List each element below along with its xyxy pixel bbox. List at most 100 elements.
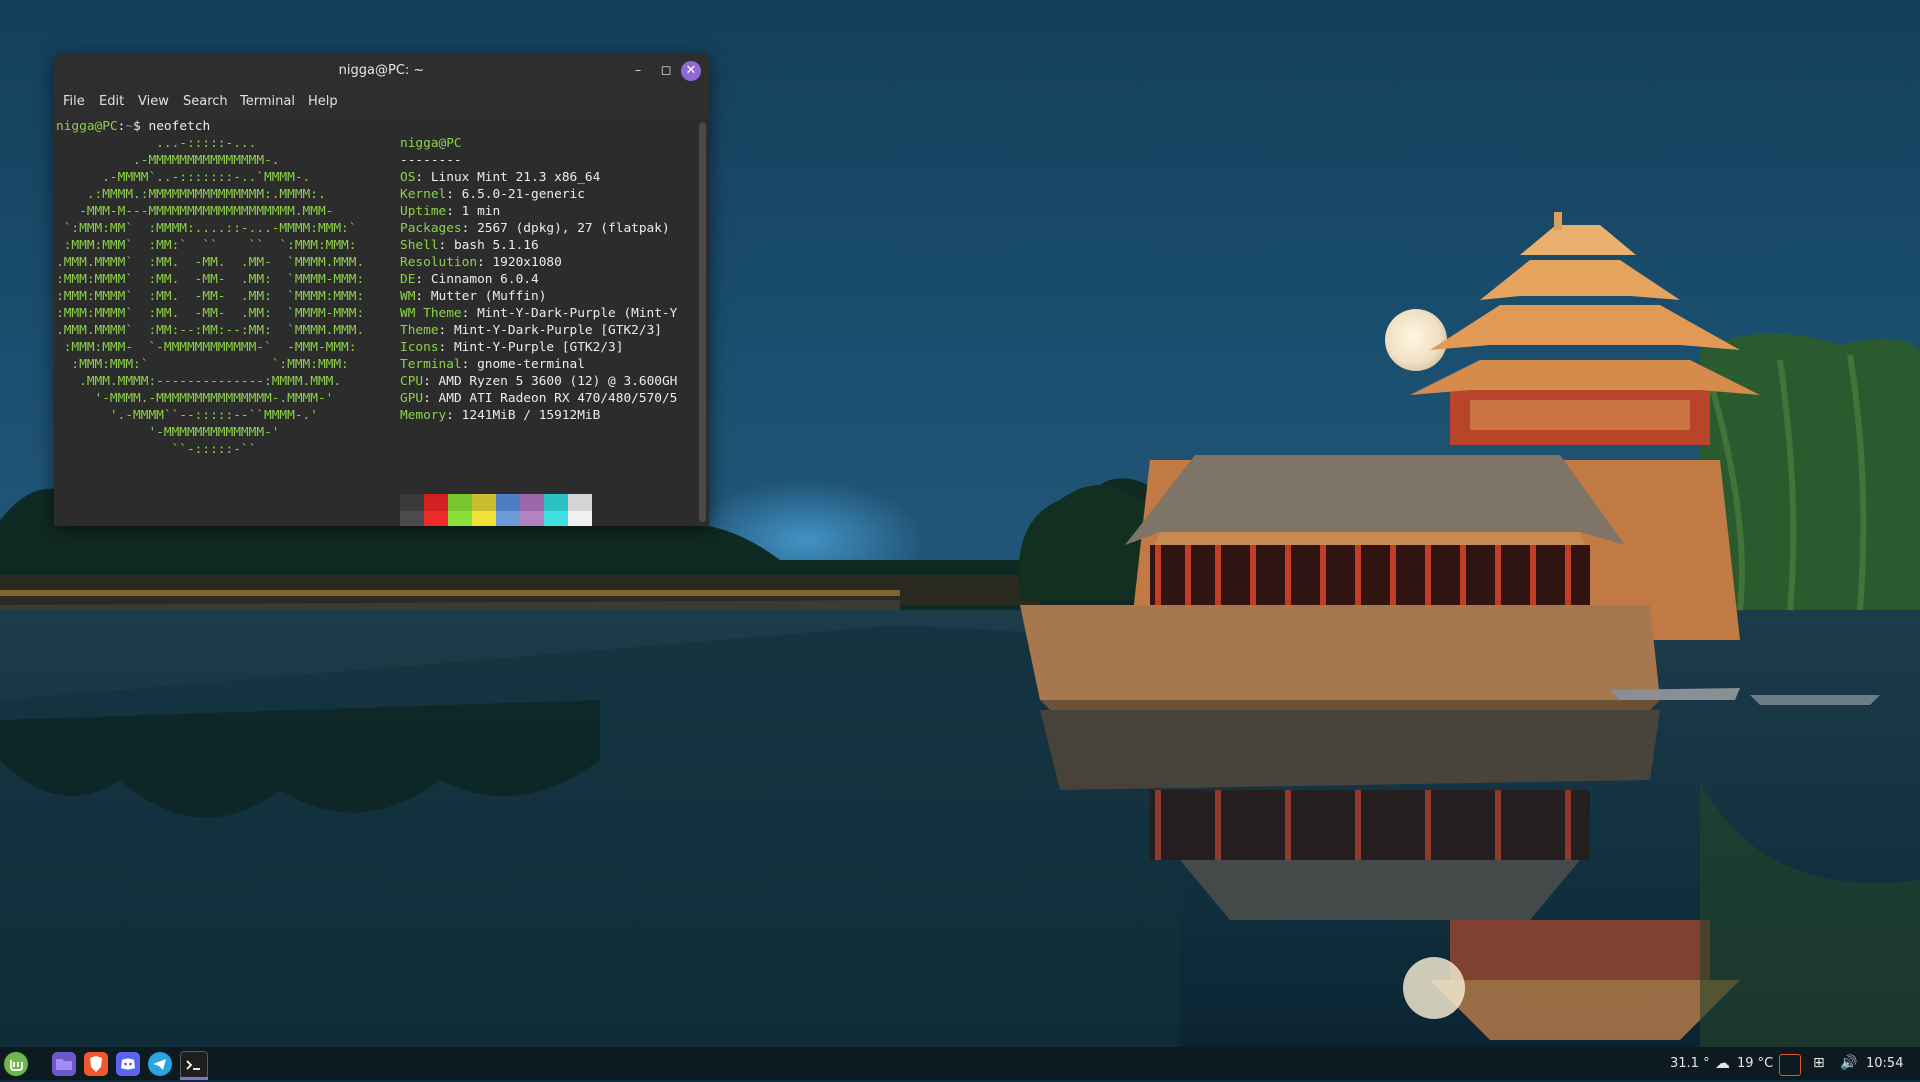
window-titlebar[interactable]: nigga@PC: ~ – ◻ ✕ — [54, 54, 709, 88]
info-row: Theme: Mint-Y-Dark-Purple [GTK2/3] — [400, 323, 662, 338]
info-row: Packages: 2567 (dpkg), 27 (flatpak) — [400, 221, 670, 236]
info-row: Kernel: 6.5.0-21-generic — [400, 187, 585, 202]
ascii-logo-line: `:MMM:MM` :MMMM:....::-...-MMMM:MMM:` — [56, 221, 357, 236]
palette-swatch — [496, 511, 520, 526]
ascii-logo-line: .MMM.MMMM` :MM:--:MM:--:MM: `MMMM.MMM. — [56, 323, 365, 338]
info-row: Shell: bash 5.1.16 — [400, 238, 539, 253]
info-row: GPU: AMD ATI Radeon RX 470/480/570/5 — [400, 391, 678, 406]
network-icon[interactable]: ⊞ — [1813, 1047, 1825, 1080]
terminal-output[interactable]: nigga@PC:~$ neofetch ...-:::::-... .-MMM… — [54, 116, 709, 526]
info-value: Cinnamon 6.0.4 — [430, 272, 539, 287]
brave-icon[interactable] — [84, 1052, 108, 1076]
prompt-path: ~ — [125, 119, 134, 134]
info-key: CPU — [400, 374, 424, 389]
terminal-icon[interactable] — [180, 1051, 208, 1079]
info-value: Mint-Y-Dark-Purple [GTK2/3] — [453, 323, 662, 338]
info-value: Linux Mint 21.3 x86_64 — [430, 170, 601, 185]
info-key: WM Theme — [400, 306, 462, 321]
info-row: Uptime: 1 min — [400, 204, 501, 219]
mint-menu-icon[interactable] — [4, 1052, 28, 1076]
maximize-button[interactable]: ◻ — [657, 62, 675, 80]
ascii-logo-line: .MMM.MMMM` :MM. -MM. .MM- `MMMM.MMM. — [56, 255, 365, 270]
info-value: 6.5.0-21-generic — [461, 187, 585, 202]
minimize-button[interactable]: – — [629, 62, 647, 80]
info-key: Terminal — [400, 357, 462, 372]
volume-icon[interactable]: 🔊 — [1840, 1047, 1857, 1080]
palette-swatch — [544, 494, 568, 511]
info-value: 1920x1080 — [492, 255, 562, 270]
palette-swatch — [472, 494, 496, 511]
prompt-line: nigga@PC:~$ neofetch — [56, 118, 210, 135]
scrollbar[interactable] — [699, 122, 706, 522]
palette-swatch — [568, 511, 592, 526]
info-row: WM Theme: Mint-Y-Dark-Purple (Mint-Y — [400, 306, 678, 321]
info-value: Mint-Y-Dark-Purple (Mint-Y — [477, 306, 678, 321]
typed-command: neofetch — [148, 119, 211, 134]
weather-icon[interactable]: ☁ — [1715, 1047, 1730, 1080]
ascii-logo-line: ...-:::::-... — [56, 136, 257, 151]
info-value: gnome-terminal — [477, 357, 585, 372]
close-icon: ✕ — [685, 63, 697, 78]
menu-edit[interactable]: Edit — [99, 88, 124, 116]
menu-help[interactable]: Help — [308, 88, 338, 116]
info-key: WM — [400, 289, 416, 304]
files-icon[interactable] — [52, 1052, 76, 1076]
info-key: Uptime — [400, 204, 447, 219]
info-key: Kernel — [400, 187, 447, 202]
ascii-logo-line: '-MMMM.-MMMMMMMMMMMMMMM-.MMMM-' — [56, 391, 334, 406]
info-key: GPU — [400, 391, 424, 406]
ascii-logo-line: .:MMMM.:MMMMMMMMMMMMMMM:.MMMM:. — [56, 187, 326, 202]
ascii-logo-line: '-MMMMMMMMMMMMM-' — [56, 425, 280, 440]
ascii-logo-line: :MMM:MMM:` `:MMM:MMM: — [56, 357, 349, 372]
ascii-logo-line: .MMM.MMMM:--------------:MMMM.MMM. — [56, 374, 342, 389]
discord-icon[interactable] — [116, 1052, 140, 1076]
info-value: 1241MiB / 15912MiB — [461, 408, 601, 423]
menu-search[interactable]: Search — [183, 88, 228, 116]
ascii-logo-line: .-MMMMMMMMMMMMMMM-. — [56, 153, 280, 168]
ascii-logo-line: .-MMMM`..-:::::::-..`MMMM-. — [56, 170, 311, 185]
keyboard-layout-icon[interactable] — [1779, 1054, 1801, 1076]
info-row: WM: Mutter (Muffin) — [400, 289, 547, 304]
ascii-logo-line: :MMM:MMM- `-MMMMMMMMMMMM-` -MMM-MMM: — [56, 340, 357, 355]
clock[interactable]: 10:54 — [1866, 1047, 1903, 1080]
info-key: DE — [400, 272, 416, 287]
info-row: Memory: 1241MiB / 15912MiB — [400, 408, 601, 423]
close-button[interactable]: ✕ — [681, 61, 701, 81]
info-value: 2567 (dpkg), 27 (flatpak) — [477, 221, 670, 236]
weather-temperature[interactable]: 19 °C — [1737, 1047, 1773, 1080]
info-row: Terminal: gnome-terminal — [400, 357, 585, 372]
palette-swatch — [448, 494, 472, 511]
maximize-icon: ◻ — [660, 63, 672, 78]
minimize-icon: – — [634, 63, 642, 78]
info-key: Packages — [400, 221, 462, 236]
palette-swatch — [448, 511, 472, 526]
ascii-logo-line: :MMM:MMMM` :MM. -MM- .MM: `MMMM:MMM: — [56, 289, 365, 304]
taskbar: 31.1 ° ☁ 19 °C ⊞ 🔊 10:54 — [0, 1047, 1920, 1080]
menu-file[interactable]: File — [63, 88, 85, 116]
telegram-icon[interactable] — [148, 1052, 172, 1076]
info-value: Mint-Y-Purple [GTK2/3] — [453, 340, 624, 355]
info-key: Resolution — [400, 255, 478, 270]
info-key: Memory — [400, 408, 447, 423]
info-row: OS: Linux Mint 21.3 x86_64 — [400, 170, 601, 185]
info-key: OS — [400, 170, 416, 185]
ascii-logo-line: ``-:::::-`` — [56, 442, 257, 457]
menu-view[interactable]: View — [138, 88, 169, 116]
palette-swatch — [424, 511, 448, 526]
menu-terminal[interactable]: Terminal — [240, 88, 295, 116]
terminal-window[interactable]: nigga@PC: ~ – ◻ ✕ File Edit View Search … — [54, 54, 709, 526]
palette-swatch — [400, 494, 424, 511]
mint-ascii-logo: ...-:::::-... .-MMMMMMMMMMMMMMM-. .-MMMM… — [56, 135, 364, 458]
palette-swatch — [472, 511, 496, 526]
info-value: 1 min — [461, 204, 501, 219]
info-row: CPU: AMD Ryzen 5 3600 (12) @ 3.600GH — [400, 374, 678, 389]
menu-bar: File Edit View Search Terminal Help — [54, 88, 709, 116]
ascii-logo-line: -MMM-M---MMMMMMMMMMMMMMMMMMM.MMM- — [56, 204, 334, 219]
info-value: AMD Ryzen 5 3600 (12) @ 3.600GH — [438, 374, 678, 389]
info-row: Resolution: 1920x1080 — [400, 255, 562, 270]
cpu-temperature[interactable]: 31.1 ° — [1670, 1047, 1710, 1080]
palette-swatch — [568, 494, 592, 511]
info-value: Mutter (Muffin) — [430, 289, 547, 304]
ascii-logo-line: '.-MMMM``--:::::--``MMMM-.' — [56, 408, 318, 423]
info-key: Shell — [400, 238, 439, 253]
